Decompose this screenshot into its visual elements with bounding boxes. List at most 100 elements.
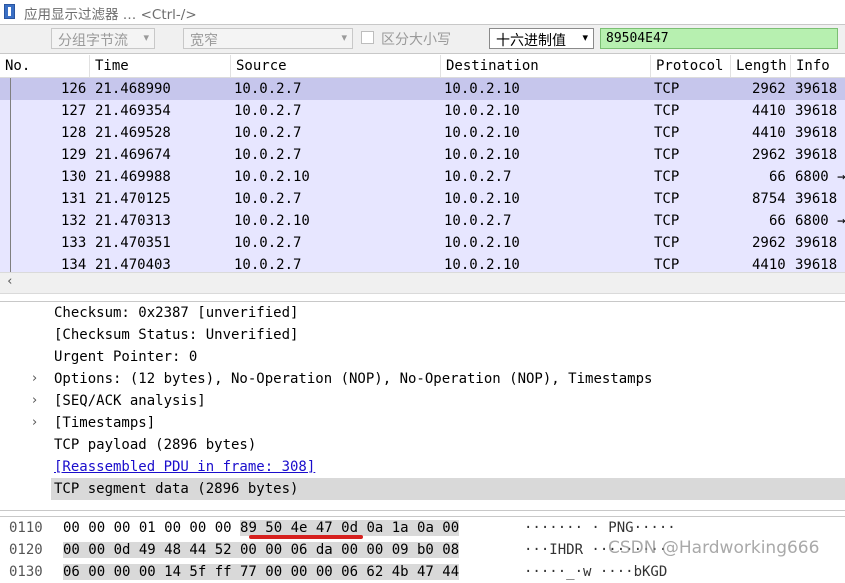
- packet-no: 130: [61, 169, 87, 185]
- packet-protocol: TCP: [654, 257, 680, 272]
- packet-info: 39618: [795, 103, 838, 119]
- expand-arrow-icon[interactable]: ›: [32, 368, 37, 390]
- detail-line[interactable]: [SEQ/ACK analysis]: [54, 390, 206, 412]
- table-row[interactable]: 133 21.470351 10.0.2.7 10.0.2.10 TCP 296…: [0, 232, 845, 254]
- packet-length: 8754: [752, 191, 786, 207]
- detail-line[interactable]: [Timestamps]: [54, 412, 155, 434]
- bytes-hex[interactable]: 00 00 0d 49 48 44 52 00 00 06 da 00 00 0…: [63, 539, 460, 561]
- packet-length: 4410: [752, 257, 786, 272]
- table-row[interactable]: 126 21.468990 10.0.2.7 10.0.2.10 TCP 296…: [0, 78, 845, 100]
- bytes-hex[interactable]: 06 00 00 00 14 5f ff 77 00 00 00 06 62 4…: [63, 561, 460, 583]
- packet-destination: 10.0.2.10: [444, 103, 520, 119]
- packet-info: 6800 →: [795, 213, 845, 229]
- packet-source: 10.0.2.7: [234, 147, 302, 163]
- chevron-down-icon: ▾: [341, 31, 347, 44]
- packet-destination: 10.0.2.7: [444, 213, 512, 229]
- packet-source: 10.0.2.7: [234, 235, 302, 251]
- column-header-info[interactable]: Info: [791, 55, 845, 77]
- column-header-time[interactable]: Time: [90, 55, 231, 77]
- detail-line[interactable]: TCP payload (2896 bytes): [54, 434, 256, 456]
- packet-protocol: TCP: [654, 147, 680, 163]
- packet-source: 10.0.2.7: [234, 257, 302, 272]
- packet-time: 21.470403: [95, 257, 171, 272]
- table-row[interactable]: 128 21.469528 10.0.2.7 10.0.2.10 TCP 441…: [0, 122, 845, 144]
- expand-arrow-icon[interactable]: ›: [32, 412, 37, 434]
- packet-protocol: TCP: [654, 81, 680, 97]
- search-type-select[interactable]: 十六进制值 ▾: [489, 28, 594, 49]
- related-packet-marker: [10, 100, 11, 122]
- packet-no: 126: [61, 81, 87, 97]
- char-width-label: 宽窄: [190, 33, 218, 49]
- bytes-ascii[interactable]: ······· · PNG·····: [524, 517, 676, 539]
- search-type-label: 十六进制值: [496, 33, 566, 49]
- table-row[interactable]: 134 21.470403 10.0.2.7 10.0.2.10 TCP 441…: [0, 254, 845, 272]
- column-header-length[interactable]: Length: [731, 55, 791, 77]
- search-input[interactable]: 89504E47: [600, 28, 838, 49]
- watermark: CSDN @Hardworking666: [608, 538, 820, 558]
- related-packet-marker: [10, 166, 11, 188]
- related-packet-marker: [10, 78, 11, 100]
- case-sensitive-checkbox[interactable]: [361, 31, 374, 44]
- horizontal-scrollbar[interactable]: ‹: [0, 272, 845, 294]
- table-row[interactable]: 129 21.469674 10.0.2.7 10.0.2.10 TCP 296…: [0, 144, 845, 166]
- packet-length: 66: [769, 213, 786, 229]
- packet-source: 10.0.2.7: [234, 103, 302, 119]
- related-packet-marker: [10, 254, 11, 272]
- packet-info: 39618: [795, 81, 838, 97]
- red-underline-annotation: [249, 535, 363, 539]
- packet-info: 39618: [795, 235, 838, 251]
- char-width-select[interactable]: 宽窄 ▾: [183, 28, 353, 49]
- packet-info: 39618: [795, 191, 838, 207]
- packet-destination: 10.0.2.10: [444, 125, 520, 141]
- display-filter-bar[interactable]: 应用显示过滤器 … <Ctrl-/>: [0, 0, 845, 25]
- bytes-offset: 0110: [9, 520, 43, 536]
- detail-line[interactable]: Urgent Pointer: 0: [54, 346, 197, 368]
- related-packet-marker: [10, 144, 11, 166]
- display-filter-placeholder: 应用显示过滤器 … <Ctrl-/>: [24, 7, 197, 23]
- packet-source: 10.0.2.7: [234, 81, 302, 97]
- packet-info: 6800 →: [795, 169, 845, 185]
- bytes-ascii[interactable]: ·····_·w ····bKGD: [524, 561, 667, 583]
- reassembled-pdu-link[interactable]: [Reassembled PDU in frame: 308]: [54, 456, 315, 478]
- column-header-destination[interactable]: Destination: [441, 55, 651, 77]
- bytes-hex-highlight: 89 50 4e 47 0d 0a 1a 0a 00: [240, 520, 460, 536]
- table-row[interactable]: 127 21.469354 10.0.2.7 10.0.2.10 TCP 441…: [0, 100, 845, 122]
- packet-length: 4410: [752, 103, 786, 119]
- packet-length: 2962: [752, 235, 786, 251]
- detail-line[interactable]: Options: (12 bytes), No-Operation (NOP),…: [54, 368, 652, 390]
- packet-time: 21.469528: [95, 125, 171, 141]
- table-row[interactable]: 130 21.469988 10.0.2.10 10.0.2.7 TCP 66 …: [0, 166, 845, 188]
- packet-length: 4410: [752, 125, 786, 141]
- packet-time: 21.469674: [95, 147, 171, 163]
- packet-time: 21.469988: [95, 169, 171, 185]
- packet-source: 10.0.2.7: [234, 125, 302, 141]
- packet-protocol: TCP: [654, 191, 680, 207]
- packet-details-pane[interactable]: Checksum: 0x2387 [unverified] [Checksum …: [0, 301, 845, 511]
- packet-destination: 10.0.2.10: [444, 147, 520, 163]
- bookmark-icon[interactable]: [4, 4, 15, 19]
- related-packet-marker: [10, 122, 11, 144]
- packet-no: 129: [61, 147, 87, 163]
- column-header-source[interactable]: Source: [231, 55, 441, 77]
- expand-arrow-icon[interactable]: ›: [32, 390, 37, 412]
- table-row[interactable]: 132 21.470313 10.0.2.10 10.0.2.7 TCP 66 …: [0, 210, 845, 232]
- detail-line-selected[interactable]: TCP segment data (2896 bytes): [51, 478, 845, 500]
- packet-protocol: TCP: [654, 125, 680, 141]
- column-header-no[interactable]: No.: [0, 55, 90, 77]
- bytes-offset: 0130: [9, 564, 43, 580]
- packet-source: 10.0.2.10: [234, 213, 310, 229]
- column-header-protocol[interactable]: Protocol: [651, 55, 731, 77]
- table-row[interactable]: 131 21.470125 10.0.2.7 10.0.2.10 TCP 875…: [0, 188, 845, 210]
- packet-destination: 10.0.2.10: [444, 235, 520, 251]
- search-scope-select[interactable]: 分组字节流 ▾: [51, 28, 155, 49]
- packet-info: 39618: [795, 125, 838, 141]
- case-sensitive-label: 区分大小写: [381, 32, 451, 48]
- scroll-left-icon[interactable]: ‹: [6, 274, 14, 289]
- packet-time: 21.470313: [95, 213, 171, 229]
- packet-protocol: TCP: [654, 235, 680, 251]
- bytes-hex-highlight: 00 00 0d 49 48 44 52 00 00 06 da 00 00 0…: [63, 542, 460, 558]
- packet-source: 10.0.2.10: [234, 169, 310, 185]
- detail-line[interactable]: Checksum: 0x2387 [unverified]: [54, 302, 298, 324]
- packet-list[interactable]: 126 21.468990 10.0.2.7 10.0.2.10 TCP 296…: [0, 78, 845, 272]
- detail-line[interactable]: [Checksum Status: Unverified]: [54, 324, 298, 346]
